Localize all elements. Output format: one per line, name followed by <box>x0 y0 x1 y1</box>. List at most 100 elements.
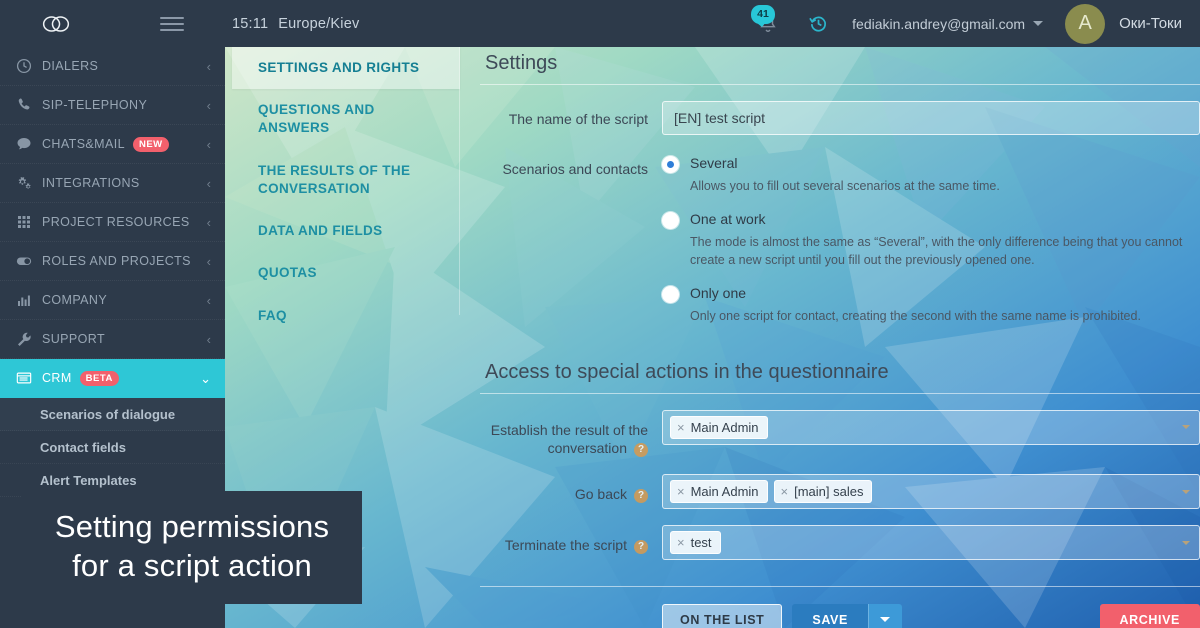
sidebar-item-sip-telephony[interactable]: SIP-TELEPHONY ‹ <box>0 86 225 125</box>
chip-label: Main Admin <box>690 484 759 500</box>
archive-button[interactable]: ARCHIVE <box>1099 604 1200 628</box>
chevron-left-icon: ‹ <box>206 214 211 230</box>
sidebar-item-roles-and-projects[interactable]: ROLES AND PROJECTS ‹ <box>0 242 225 281</box>
on-the-list-button[interactable]: ON THE LIST <box>662 604 783 628</box>
top-bar: 15:11 Europe/Kiev 41 fediakin.andrey@gmai… <box>0 0 1200 47</box>
wrench-icon <box>16 331 42 347</box>
help-question-icon[interactable]: ? <box>634 488 648 503</box>
chevron-left-icon: ‹ <box>206 97 211 113</box>
status-badge-beta: BETA <box>79 370 119 386</box>
establish-result-label-text: Establish the result of the conversation <box>490 421 648 457</box>
avatar[interactable]: A <box>1065 3 1106 44</box>
chip[interactable]: × [main] sales <box>773 480 873 504</box>
radio-option-only-one: Only one Only one script for contact, cr… <box>662 285 1200 325</box>
radio-one-at-work-label: One at work <box>690 211 766 228</box>
caption-line-1: Setting permissions <box>54 508 330 544</box>
clock-icon <box>16 58 42 74</box>
history-clock-icon <box>808 16 826 32</box>
chip-remove-icon[interactable]: × <box>677 485 685 498</box>
settings-panel: Settings The name of the script Scenario… <box>480 47 1200 628</box>
bar-chart-icon <box>16 292 42 308</box>
chip[interactable]: × Main Admin <box>670 415 768 439</box>
sidebar-label: ROLES AND PROJECTS <box>42 254 191 268</box>
sidebar-label: COMPANY <box>42 293 108 307</box>
chevron-down-icon <box>880 617 891 623</box>
script-name-input[interactable] <box>662 101 1200 135</box>
chevron-left-icon: ‹ <box>206 175 211 191</box>
tab-settings-and-rights[interactable]: SETTINGS AND RIGHTS <box>232 47 460 90</box>
help-question-icon[interactable]: ? <box>634 442 648 457</box>
crm-card-icon <box>16 370 42 386</box>
terminate-script-multiselect[interactable]: × test <box>662 525 1200 561</box>
notification-badge: 41 <box>751 5 775 26</box>
notifications-button[interactable]: 41 <box>744 0 792 47</box>
chevron-left-icon: ‹ <box>206 253 211 269</box>
tab-data-and-fields[interactable]: DATA AND FIELDS <box>232 210 460 252</box>
sidebar-item-company[interactable]: COMPANY ‹ <box>0 281 225 320</box>
chip[interactable]: × Main Admin <box>670 480 768 504</box>
script-name-label: The name of the script <box>508 111 648 127</box>
user-email-menu[interactable]: fediakin.andrey@gmail.com <box>844 16 1049 32</box>
radio-only-one-label: Only one <box>690 285 747 302</box>
hamburger-menu-button[interactable] <box>112 16 232 31</box>
scenario-mode-radio-group: Several Allows you to fill out several s… <box>662 151 1200 326</box>
script-name-row: The name of the script <box>480 101 1200 135</box>
chevron-down-icon[interactable] <box>1182 489 1190 494</box>
main-content: SETTINGS AND RIGHTS QUESTIONS AND ANSWER… <box>225 47 1200 628</box>
chevron-left-icon: ‹ <box>206 331 211 347</box>
chevron-down-icon <box>1033 21 1044 26</box>
chevron-left-icon: ‹ <box>206 136 211 152</box>
app-logo[interactable] <box>0 13 112 35</box>
caption-line-2: for a script action <box>72 548 312 584</box>
radio-option-several: Several Allows you to fill out several s… <box>662 155 1200 195</box>
establish-result-label: Establish the result of the conversation… <box>480 410 662 459</box>
clock-display: 15:11 Europe/Kiev <box>232 16 359 32</box>
app-root: 15:11 Europe/Kiev 41 fediakin.andrey@gmai… <box>0 0 1200 628</box>
chip-remove-icon[interactable]: × <box>677 536 685 549</box>
tab-quotas[interactable]: QUOTAS <box>232 252 460 294</box>
radio-one-at-work[interactable] <box>662 212 679 230</box>
access-row-establish-result: Establish the result of the conversation… <box>480 409 1200 459</box>
sidebar-label: PROJECT RESOURCES <box>42 215 190 229</box>
tab-the-results-of-the-conversation[interactable]: THE RESULTS OF THE CONVERSATION <box>232 150 460 210</box>
sidebar-item-contact-fields[interactable]: Contact fields <box>0 431 225 464</box>
scenarios-and-contacts-label: Scenarios and contacts <box>502 161 648 177</box>
chip[interactable]: × test <box>670 531 721 555</box>
history-button[interactable] <box>792 0 844 47</box>
sidebar-item-dialers[interactable]: DIALERS ‹ <box>0 47 225 86</box>
sidebar-label: SIP-TELEPHONY <box>42 98 148 112</box>
save-button[interactable]: SAVE <box>792 604 868 628</box>
terminate-script-label: Terminate the script? <box>480 525 662 555</box>
chip-remove-icon[interactable]: × <box>677 421 685 434</box>
go-back-multiselect[interactable]: × Main Admin × [main] sales <box>662 474 1200 510</box>
radio-option-one-at-work: One at work The mode is almost the same … <box>662 211 1200 269</box>
sidebar-label: INTEGRATIONS <box>42 176 140 190</box>
chevron-down-icon[interactable] <box>1182 540 1190 545</box>
chevron-down-icon[interactable] <box>1182 425 1190 429</box>
sidebar-item-support[interactable]: SUPPORT ‹ <box>0 320 225 359</box>
sidebar-item-chats-mail[interactable]: CHATS&MAIL NEW ‹ <box>0 125 225 164</box>
help-question-icon[interactable]: ? <box>634 539 648 554</box>
radio-only-one-description: Only one script for contact, creating th… <box>690 309 1141 324</box>
top-bar-right: 41 fediakin.andrey@gmail.com A Оки-Токи <box>744 0 1200 47</box>
chevron-down-icon: ⌄ <box>200 370 211 386</box>
radio-only-one[interactable] <box>662 286 679 304</box>
timezone-label: Europe/Kiev <box>278 15 360 32</box>
sidebar-item-integrations[interactable]: INTEGRATIONS ‹ <box>0 164 225 203</box>
action-button-bar: ON THE LIST SAVE ARCHIVE <box>480 604 1200 628</box>
radio-several[interactable] <box>662 156 679 173</box>
sidebar-item-project-resources[interactable]: PROJECT RESOURCES ‹ <box>0 203 225 242</box>
tab-questions-and-answers[interactable]: QUESTIONS AND ANSWERS <box>232 89 460 149</box>
footer-divider <box>480 586 1200 588</box>
sidebar-item-scenarios-of-dialogue[interactable]: Scenarios of dialogue <box>0 398 225 431</box>
scenarios-and-contacts-row: Scenarios and contacts Several Allows yo… <box>480 151 1200 326</box>
radio-several-description: Allows you to fill out several scenarios… <box>690 179 1000 193</box>
chevron-left-icon: ‹ <box>206 58 211 74</box>
tab-faq[interactable]: FAQ <box>232 295 460 337</box>
go-back-label-text: Go back <box>574 486 627 503</box>
save-dropdown-button[interactable] <box>867 604 902 628</box>
sidebar-subnav-crm: Scenarios of dialogue Contact fields Ale… <box>0 398 225 497</box>
chip-remove-icon[interactable]: × <box>781 485 789 498</box>
sidebar-item-crm[interactable]: CRM BETA ⌄ <box>0 359 225 398</box>
establish-result-multiselect[interactable]: × Main Admin <box>662 409 1200 445</box>
